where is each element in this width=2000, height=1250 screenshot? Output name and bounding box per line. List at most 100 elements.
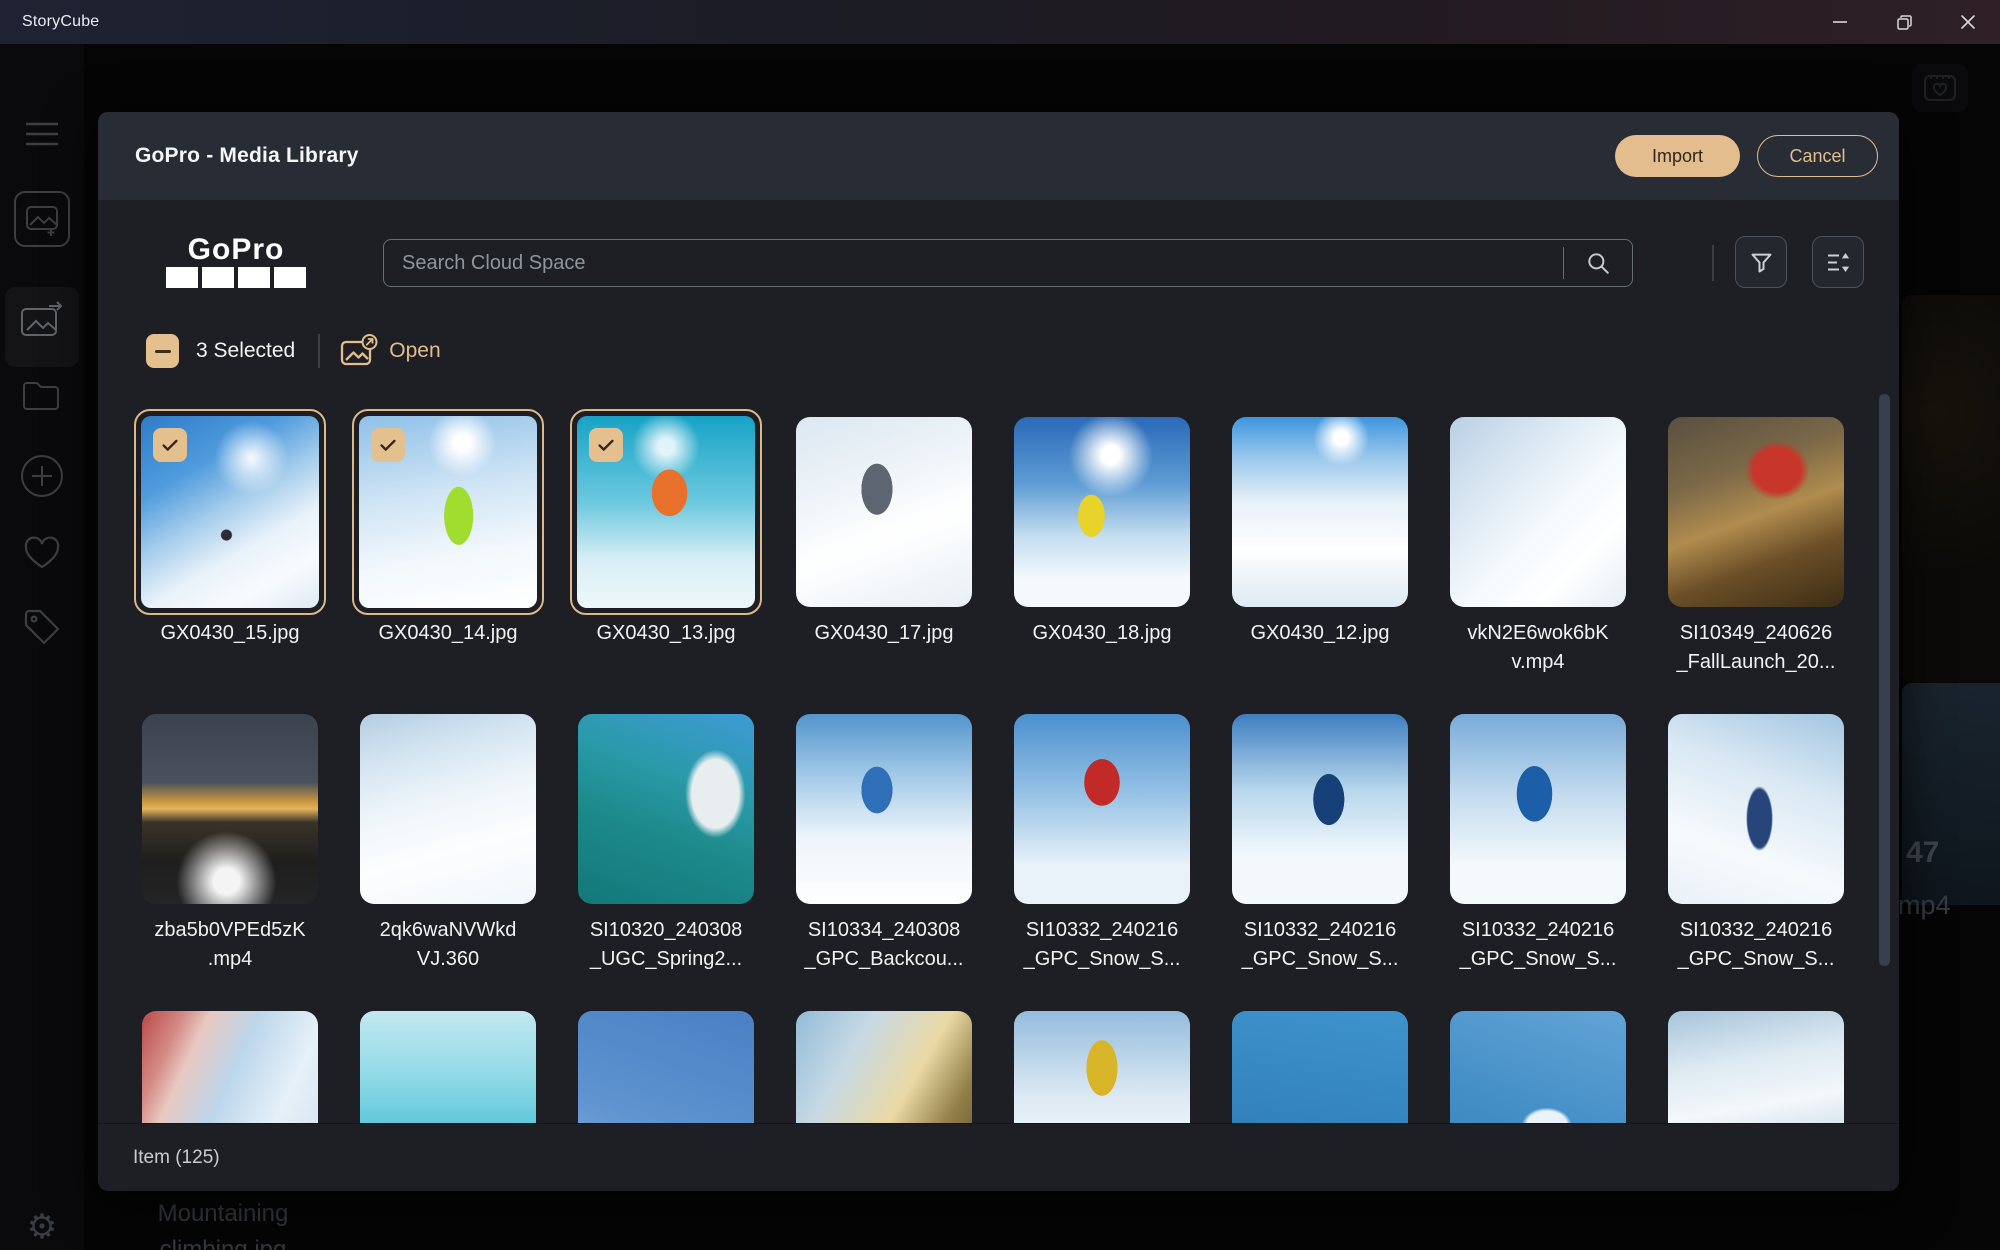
open-button[interactable]: Open: [340, 334, 441, 368]
menu-icon: [26, 122, 58, 146]
select-all-checkbox[interactable]: [146, 334, 179, 368]
media-item[interactable]: GX0430_15.jpg: [121, 408, 339, 705]
media-item[interactable]: 2qk6waNVWkd VJ.360: [339, 705, 557, 1002]
app-title: StoryCube: [22, 13, 100, 30]
dialog-footer: Item (125): [98, 1123, 1899, 1191]
media-thumbnail[interactable]: [1450, 1011, 1626, 1123]
open-external-icon: [341, 334, 378, 366]
filter-button[interactable]: [1735, 236, 1787, 288]
dialog-title: GoPro - Media Library: [135, 144, 359, 167]
sort-button[interactable]: [1812, 236, 1864, 288]
media-item[interactable]: SI10332_240216 _GPC_Snow_S...: [1211, 705, 1429, 1002]
media-thumbnail[interactable]: [578, 1011, 754, 1123]
media-thumbnail[interactable]: [1232, 1011, 1408, 1123]
video-frames-icon-button[interactable]: [1912, 64, 1968, 112]
restore-button[interactable]: [1872, 0, 1936, 44]
media-thumbnail[interactable]: [1014, 714, 1190, 904]
media-item[interactable]: [1429, 1002, 1647, 1123]
media-item[interactable]: [1211, 1002, 1429, 1123]
media-thumbnail[interactable]: [796, 1011, 972, 1123]
thumbnail-frame: [557, 1002, 775, 1123]
media-thumbnail[interactable]: [359, 416, 537, 608]
media-item[interactable]: SI10334_240308 _GPC_Backcou...: [775, 705, 993, 1002]
sidebar-item-add-media[interactable]: [0, 190, 84, 248]
media-import-icon: [21, 301, 63, 336]
thumbnail-frame: [1429, 408, 1647, 616]
media-thumbnail[interactable]: [1668, 714, 1844, 904]
media-thumbnail[interactable]: [1450, 417, 1626, 607]
media-item[interactable]: [121, 1002, 339, 1123]
media-thumbnail[interactable]: [360, 1011, 536, 1123]
media-thumbnail[interactable]: [1450, 714, 1626, 904]
media-item[interactable]: zba5b0VPEd5zK .mp4: [121, 705, 339, 1002]
checkmark-icon: [162, 439, 178, 451]
cancel-button[interactable]: Cancel: [1757, 135, 1878, 177]
background-thumbnail: [1902, 295, 2000, 683]
item-checkbox[interactable]: [153, 428, 187, 462]
thumbnail-frame: [121, 1002, 339, 1123]
item-checkbox[interactable]: [589, 428, 623, 462]
media-filename: SI10320_240308 _UGC_Spring2...: [589, 919, 743, 970]
search-input[interactable]: [384, 240, 1563, 286]
media-item[interactable]: GX0430_18.jpg: [993, 408, 1211, 705]
media-thumbnail[interactable]: [1232, 417, 1408, 607]
media-item[interactable]: GX0430_17.jpg: [775, 408, 993, 705]
media-item[interactable]: SI10332_240216 _GPC_Snow_S...: [1647, 705, 1865, 1002]
sidebar-item-menu[interactable]: [0, 120, 84, 148]
media-grid: GX0430_15.jpg GX0430_14.jpg GX0430_13.jpg G…: [121, 408, 1865, 1123]
media-item[interactable]: GX0430_12.jpg: [1211, 408, 1429, 705]
sort-icon: [1827, 252, 1849, 272]
media-item[interactable]: GX0430_14.jpg: [339, 408, 557, 705]
search-submit[interactable]: [1563, 247, 1632, 279]
media-thumbnail[interactable]: [577, 416, 755, 608]
restore-icon: [1896, 14, 1912, 30]
thumbnail-frame: [557, 705, 775, 913]
media-thumbnail[interactable]: [142, 714, 318, 904]
media-thumbnail[interactable]: [796, 714, 972, 904]
media-item[interactable]: [1647, 1002, 1865, 1123]
media-thumbnail[interactable]: [1014, 417, 1190, 607]
media-item[interactable]: vkN2E6wok6bK v.mp4: [1429, 408, 1647, 705]
dialog-actions: Import Cancel: [1615, 135, 1878, 177]
close-button[interactable]: [1936, 0, 2000, 44]
media-item[interactable]: SI10332_240216 _GPC_Snow_S...: [993, 705, 1211, 1002]
media-item[interactable]: GX0430_13.jpg: [557, 408, 775, 705]
media-thumbnail[interactable]: [142, 1011, 318, 1123]
minimize-icon: [1833, 21, 1847, 23]
selected-outline: [134, 409, 326, 615]
media-thumbnail[interactable]: [1668, 1011, 1844, 1123]
vertical-scrollbar[interactable]: [1879, 394, 1890, 966]
media-item[interactable]: [339, 1002, 557, 1123]
media-thumbnail[interactable]: [1668, 417, 1844, 607]
sidebar-item-tags[interactable]: [0, 608, 84, 646]
media-filename: SI10332_240216 _GPC_Snow_S...: [1023, 919, 1181, 970]
thumbnail-frame: [993, 408, 1211, 616]
open-button-label: Open: [389, 339, 441, 362]
media-item[interactable]: SI10320_240308 _UGC_Spring2...: [557, 705, 775, 1002]
media-item[interactable]: SI10349_240626 _FallLaunch_20...: [1647, 408, 1865, 705]
sidebar-item-favorites[interactable]: [0, 536, 84, 570]
media-item[interactable]: [557, 1002, 775, 1123]
media-thumbnail[interactable]: [1014, 1011, 1190, 1123]
sidebar-item-create[interactable]: [0, 452, 84, 500]
media-thumbnail[interactable]: [360, 714, 536, 904]
sidebar-item-folders[interactable]: [0, 378, 84, 412]
settings-gear-icon[interactable]: ⚙: [0, 1207, 84, 1247]
item-checkbox[interactable]: [371, 428, 405, 462]
background-duration-text: 47: [1906, 836, 1940, 869]
media-filename: 2qk6waNVWkd VJ.360: [379, 919, 517, 970]
toolbar-divider: [1712, 245, 1714, 281]
media-item[interactable]: [993, 1002, 1211, 1123]
media-thumbnail[interactable]: [796, 417, 972, 607]
media-thumbnail[interactable]: [578, 714, 754, 904]
minimize-button[interactable]: [1808, 0, 1872, 44]
checkmark-icon: [380, 439, 396, 451]
media-item[interactable]: [775, 1002, 993, 1123]
sidebar-item-gopro-import[interactable]: [0, 300, 84, 340]
import-button[interactable]: Import: [1615, 135, 1740, 177]
media-item[interactable]: SI10332_240216 _GPC_Snow_S...: [1429, 705, 1647, 1002]
selected-count-label: 3 Selected: [196, 339, 296, 362]
media-thumbnail[interactable]: [141, 416, 319, 608]
media-thumbnail[interactable]: [1232, 714, 1408, 904]
grid-row: zba5b0VPEd5zK .mp4 2qk6waNVWkd VJ.360 SI10…: [121, 705, 1865, 1002]
